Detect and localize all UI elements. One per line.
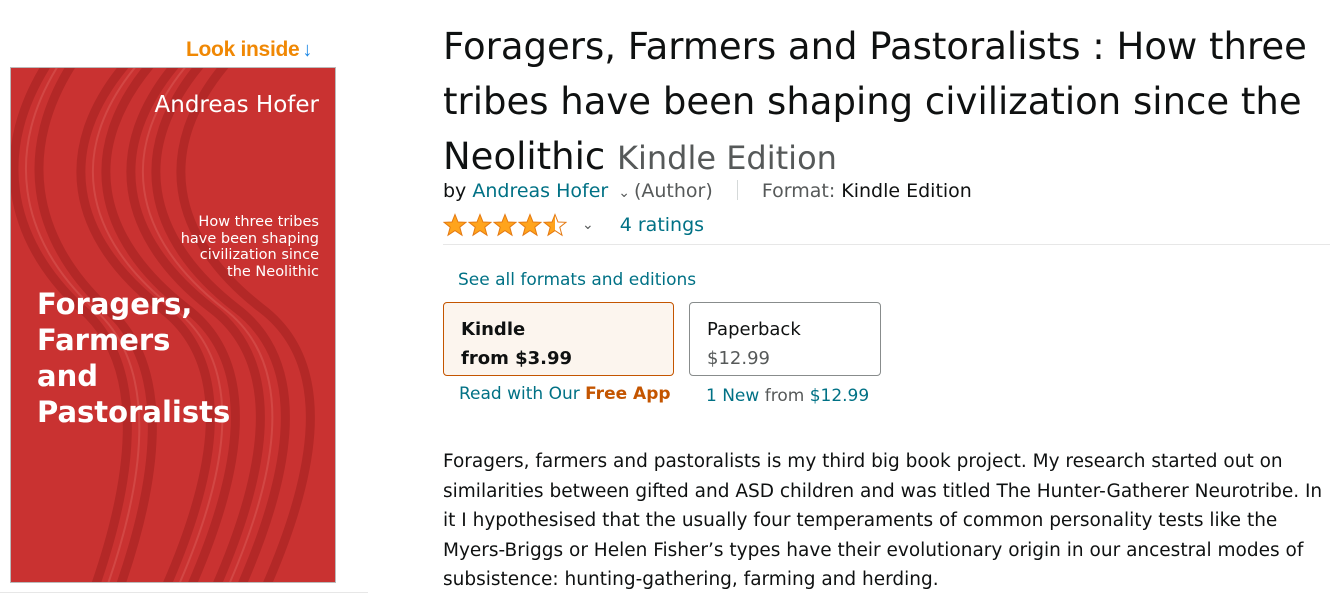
format-swatch-kindle[interactable]: Kindle from $3.99	[443, 302, 674, 376]
look-inside-button[interactable]: Look inside ↓	[186, 38, 312, 62]
swatch-name: Kindle	[461, 319, 526, 340]
new-count-link[interactable]: 1 New	[706, 386, 759, 406]
format-value: Kindle Edition	[841, 180, 972, 202]
swatch-price: $12.99	[707, 348, 770, 369]
divider	[736, 180, 738, 200]
swatch-price: from $3.99	[461, 348, 573, 369]
new-from-offer: 1 New from $12.99	[706, 386, 869, 406]
cover-author: Andreas Hofer	[154, 92, 319, 118]
star-full-icon	[518, 213, 542, 237]
cover-title-line: Farmers	[37, 323, 171, 357]
new-price-link[interactable]: $12.99	[810, 386, 869, 406]
author-role: (Author)	[633, 180, 713, 202]
arrow-down-icon: ↓	[302, 39, 313, 61]
cover-subtitle-line: the Neolithic	[227, 263, 319, 280]
look-inside-label: Look inside	[186, 38, 300, 61]
star-rating[interactable]	[443, 213, 568, 237]
divider	[0, 592, 368, 593]
ratings-count-link[interactable]: 4 ratings	[620, 214, 704, 236]
ratings-row: ⌄ 4 ratings	[443, 213, 704, 237]
cover-subtitle: How three tribes have been shaping civil…	[119, 214, 319, 280]
chevron-down-icon[interactable]: ⌄	[618, 185, 630, 201]
edition-label: Kindle Edition	[616, 139, 837, 177]
free-app-link[interactable]: Free App	[585, 384, 670, 404]
star-full-icon	[468, 213, 492, 237]
cover-title-line: Foragers,	[37, 287, 193, 321]
star-full-icon	[493, 213, 517, 237]
product-title-block: Foragers, Farmers and Pastoralists : How…	[443, 19, 1328, 186]
format-label: Format:	[761, 180, 836, 202]
book-cover-image[interactable]: Andreas Hofer How three tribes have been…	[10, 67, 336, 583]
author-link[interactable]: Andreas Hofer	[472, 180, 608, 202]
cover-subtitle-line: civilization since	[199, 247, 319, 263]
cover-title: Foragers, Farmers and Pastoralists	[37, 286, 327, 430]
product-title: Foragers, Farmers and Pastoralists : How…	[443, 19, 1328, 186]
byline: by Andreas Hofer ⌄ (Author) Format: Kindle…	[443, 180, 972, 202]
star-full-icon	[443, 213, 467, 237]
cover-title-line: and	[37, 359, 98, 393]
read-with-prefix: Read with Our	[459, 384, 580, 404]
cover-subtitle-line: have been shaping	[180, 230, 319, 247]
from-word: from	[764, 386, 805, 406]
by-prefix: by	[443, 180, 467, 202]
book-description: Foragers, farmers and pastoralists is my…	[443, 447, 1328, 595]
cover-subtitle-line: How three tribes	[198, 214, 319, 230]
format-swatch-paperback[interactable]: Paperback $12.99	[689, 302, 881, 376]
divider	[443, 244, 1330, 245]
chevron-down-icon[interactable]: ⌄	[582, 217, 594, 233]
read-with-free-app: Read with Our Free App	[459, 384, 671, 404]
cover-title-line: Pastoralists	[37, 395, 231, 429]
star-half-icon	[543, 213, 567, 237]
product-title-text: Foragers, Farmers and Pastoralists : How…	[443, 25, 1307, 178]
swatch-name: Paperback	[707, 319, 801, 340]
description-text: Foragers, farmers and pastoralists is my…	[443, 451, 1323, 591]
see-all-formats-link[interactable]: See all formats and editions	[458, 270, 696, 290]
